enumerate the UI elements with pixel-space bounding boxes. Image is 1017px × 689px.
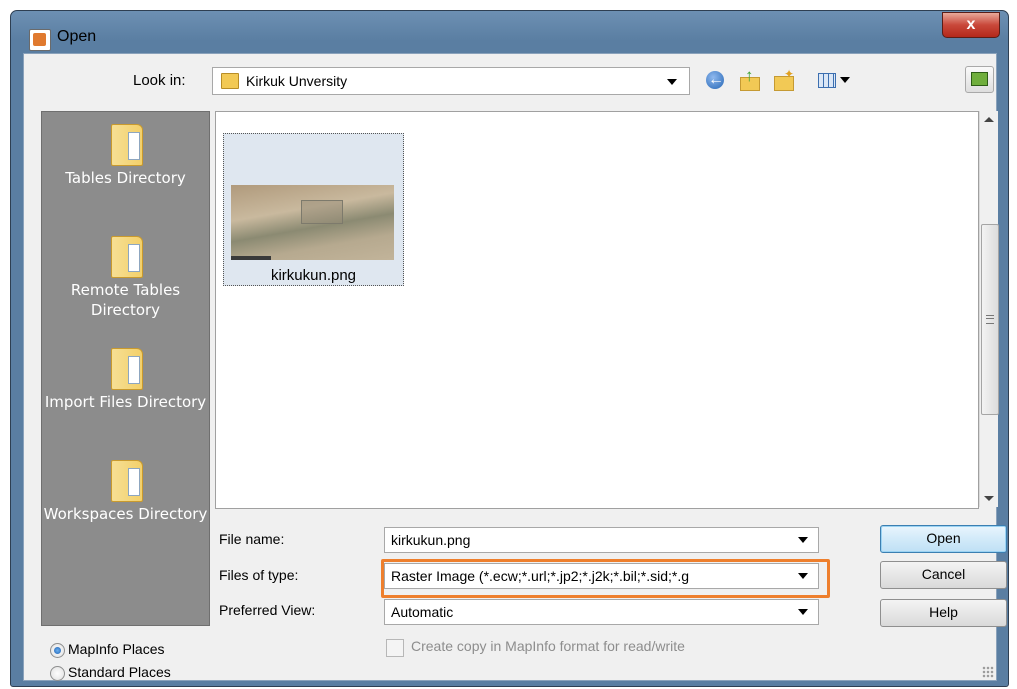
standard-places-label: Standard Places (68, 664, 171, 680)
chevron-down-icon[interactable] (667, 79, 677, 85)
place-label: Workspaces Directory (43, 505, 208, 523)
resize-grip-icon[interactable] (982, 666, 994, 678)
title-bar[interactable]: Open x (11, 11, 1008, 53)
file-name-value: kirkukun.png (391, 532, 471, 548)
chevron-down-icon (840, 77, 850, 83)
cancel-button[interactable]: Cancel (880, 561, 1007, 589)
place-tables-directory[interactable]: Tables Directory (42, 124, 209, 188)
open-button[interactable]: Open (880, 525, 1007, 553)
file-name-label: kirkukun.png (270, 267, 357, 284)
place-workspaces-directory[interactable]: Workspaces Directory (42, 460, 209, 524)
desktop-icon[interactable] (965, 66, 994, 93)
look-in-value: Kirkuk Unversity (246, 73, 348, 89)
annotation-highlight-box (381, 559, 830, 598)
file-name-input[interactable]: kirkukun.png (384, 527, 819, 553)
chevron-down-icon[interactable] (798, 609, 808, 615)
place-label: Remote Tables Directory (70, 281, 181, 319)
mapinfo-places-radio[interactable] (50, 643, 65, 658)
back-icon[interactable] (704, 69, 726, 91)
help-button[interactable]: Help (880, 599, 1007, 627)
place-import-files-directory[interactable]: Import Files Directory (42, 348, 209, 412)
mapinfo-app-icon (29, 29, 51, 51)
preferred-view-value: Automatic (391, 604, 454, 620)
open-dialog: Open x Look in: Kirkuk Unversity Tables … (10, 10, 1009, 687)
look-in-dropdown[interactable]: Kirkuk Unversity (212, 67, 690, 95)
folder-icon (110, 124, 143, 166)
folder-icon (221, 73, 239, 89)
dialog-body: Look in: Kirkuk Unversity Tables Directo… (23, 53, 1007, 681)
folder-icon (110, 348, 143, 390)
place-label: Import Files Directory (44, 393, 207, 411)
folder-icon (110, 460, 143, 502)
preferred-view-label: Preferred View: (219, 602, 316, 618)
folder-icon (110, 236, 143, 278)
preferred-view-dropdown[interactable]: Automatic (384, 599, 819, 625)
image-thumbnail (231, 185, 394, 260)
mapinfo-places-label: MapInfo Places (68, 641, 165, 657)
look-in-label: Look in: (133, 72, 186, 89)
copy-format-checkbox[interactable] (386, 639, 404, 657)
place-label: Tables Directory (65, 169, 186, 187)
views-menu-icon[interactable] (816, 69, 850, 91)
vertical-scrollbar[interactable] (979, 111, 999, 507)
file-list-view[interactable]: kirkukun.png (215, 111, 979, 509)
file-name-field-label: File name: (219, 531, 285, 547)
scroll-down-icon[interactable] (984, 496, 994, 501)
up-folder-icon[interactable] (738, 66, 760, 91)
dialog-title: Open (57, 28, 97, 45)
places-bar: Tables Directory Remote Tables Directory… (41, 111, 210, 626)
grip-icon (986, 315, 994, 324)
chevron-down-icon[interactable] (798, 537, 808, 543)
scroll-up-icon[interactable] (984, 117, 994, 122)
copy-format-label: Create copy in MapInfo format for read/w… (411, 638, 685, 654)
close-button[interactable]: x (942, 12, 1000, 38)
scroll-thumb[interactable] (981, 224, 999, 415)
place-remote-tables-directory[interactable]: Remote Tables Directory (42, 236, 209, 320)
new-folder-icon[interactable] (772, 67, 794, 91)
standard-places-radio[interactable] (50, 666, 65, 681)
file-item[interactable]: kirkukun.png (223, 133, 404, 286)
files-of-type-label: Files of type: (219, 567, 299, 583)
